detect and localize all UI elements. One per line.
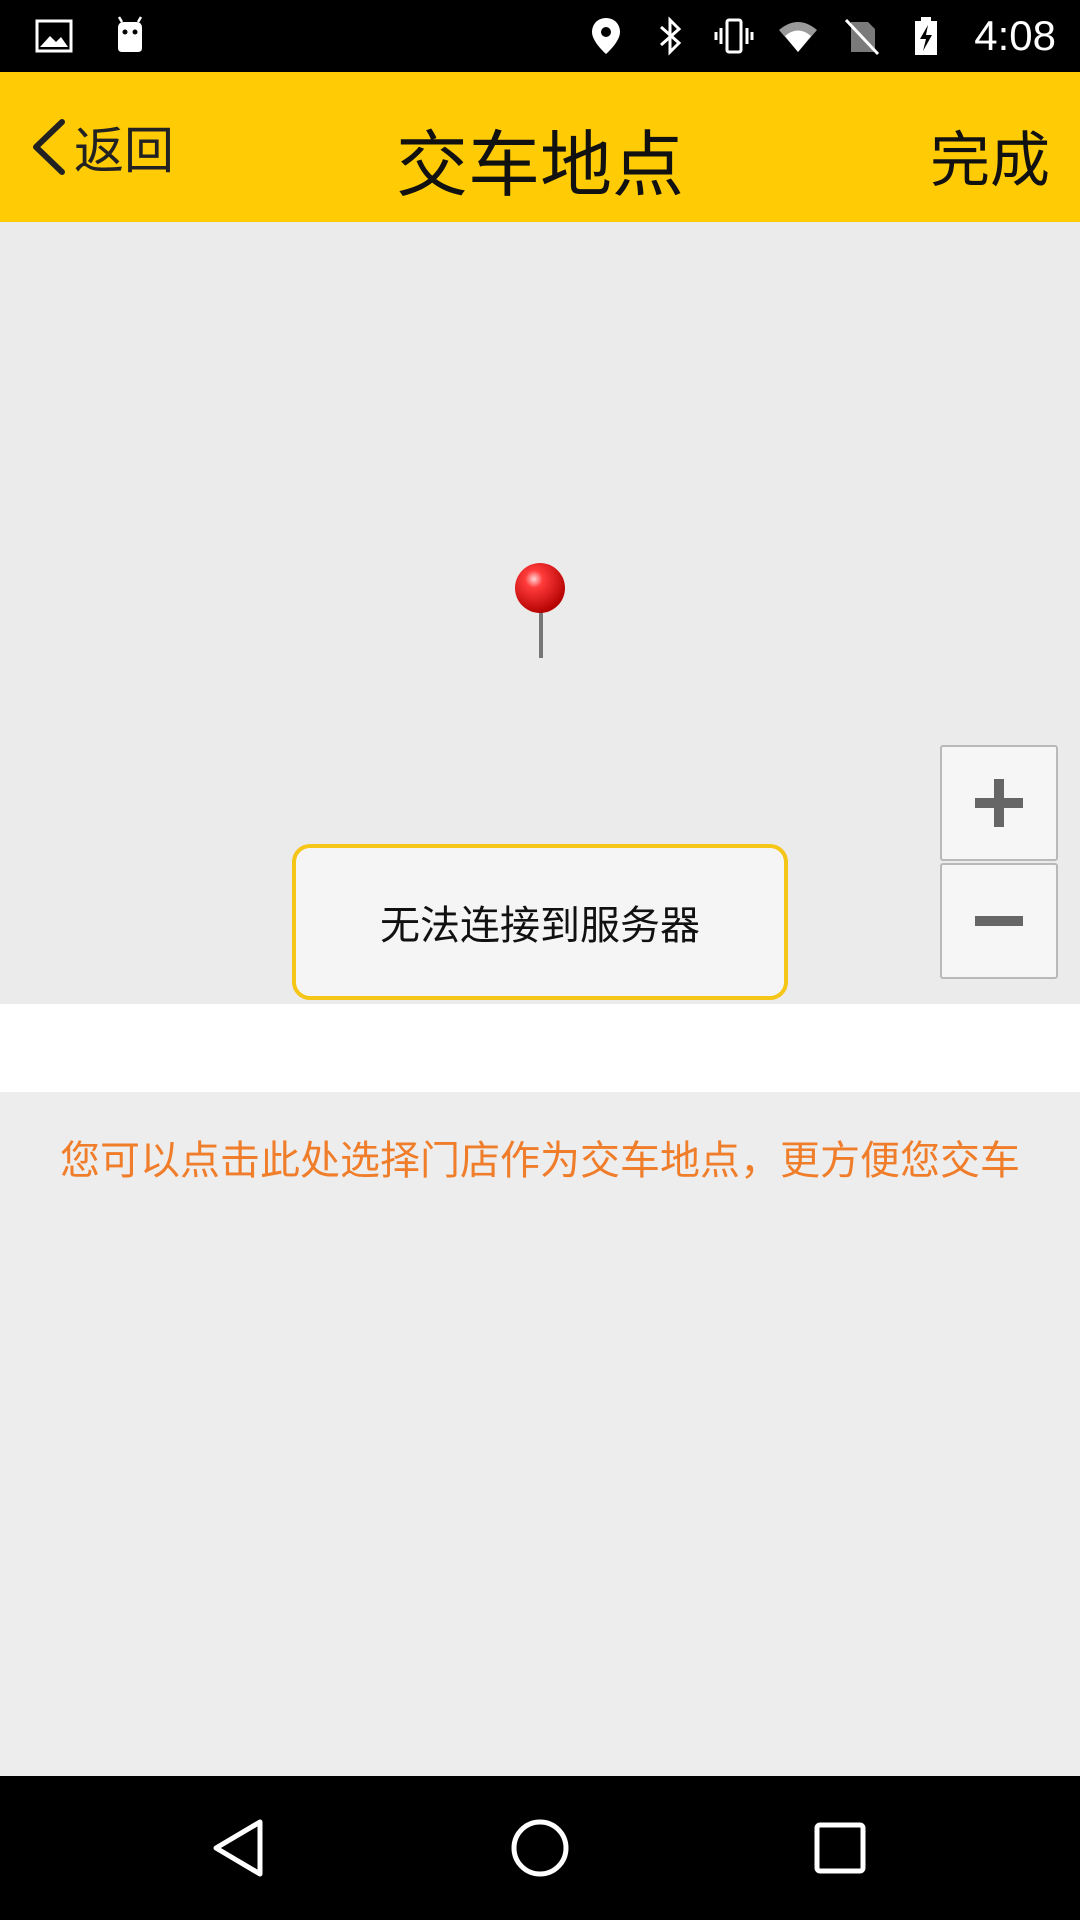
status-clock: 4:08 xyxy=(974,12,1056,59)
address-strip xyxy=(0,1004,1080,1092)
status-bar: 4:08 xyxy=(0,0,1080,72)
minus-icon xyxy=(975,916,1023,926)
image-icon xyxy=(34,16,74,56)
nav-home-button[interactable] xyxy=(504,1812,576,1884)
title-bar: 返回 交车地点 完成 xyxy=(0,72,1080,222)
toast-message: 无法连接到服务器 xyxy=(380,903,700,949)
android-icon xyxy=(110,16,150,56)
status-bar-right: 4:08 xyxy=(586,10,1056,62)
zoom-out-button[interactable] xyxy=(940,863,1058,979)
map-pin-icon xyxy=(515,563,565,658)
plus-icon xyxy=(975,779,1023,827)
status-bar-left xyxy=(34,12,150,60)
select-store-hint[interactable]: 您可以点击此处选择门店作为交车地点，更方便您交车 xyxy=(0,1128,1080,1186)
navigation-bar xyxy=(0,1776,1080,1920)
app-screen: 4:08 返回 交车地点 完成 无法连接到服务器 您可以点击此处选择门店作为交车… xyxy=(0,0,1080,1920)
nav-recents-button[interactable] xyxy=(804,1812,876,1884)
chevron-left-icon xyxy=(33,119,65,175)
bluetooth-icon xyxy=(650,16,690,56)
nav-back-button[interactable] xyxy=(204,1812,276,1884)
no-sim-icon xyxy=(842,16,882,56)
zoom-in-button[interactable] xyxy=(940,745,1058,861)
triangle-back-icon xyxy=(213,1819,263,1877)
done-button[interactable]: 完成 xyxy=(930,112,1050,199)
wifi-icon xyxy=(778,16,818,56)
battery-charging-icon xyxy=(906,16,946,56)
back-button-label: 返回 xyxy=(74,122,174,180)
error-toast: 无法连接到服务器 xyxy=(292,844,788,1000)
vibrate-icon xyxy=(714,16,754,56)
location-icon xyxy=(586,16,626,56)
circle-home-icon xyxy=(511,1819,569,1877)
back-button[interactable]: 返回 xyxy=(26,112,174,182)
square-recents-icon xyxy=(814,1822,866,1874)
